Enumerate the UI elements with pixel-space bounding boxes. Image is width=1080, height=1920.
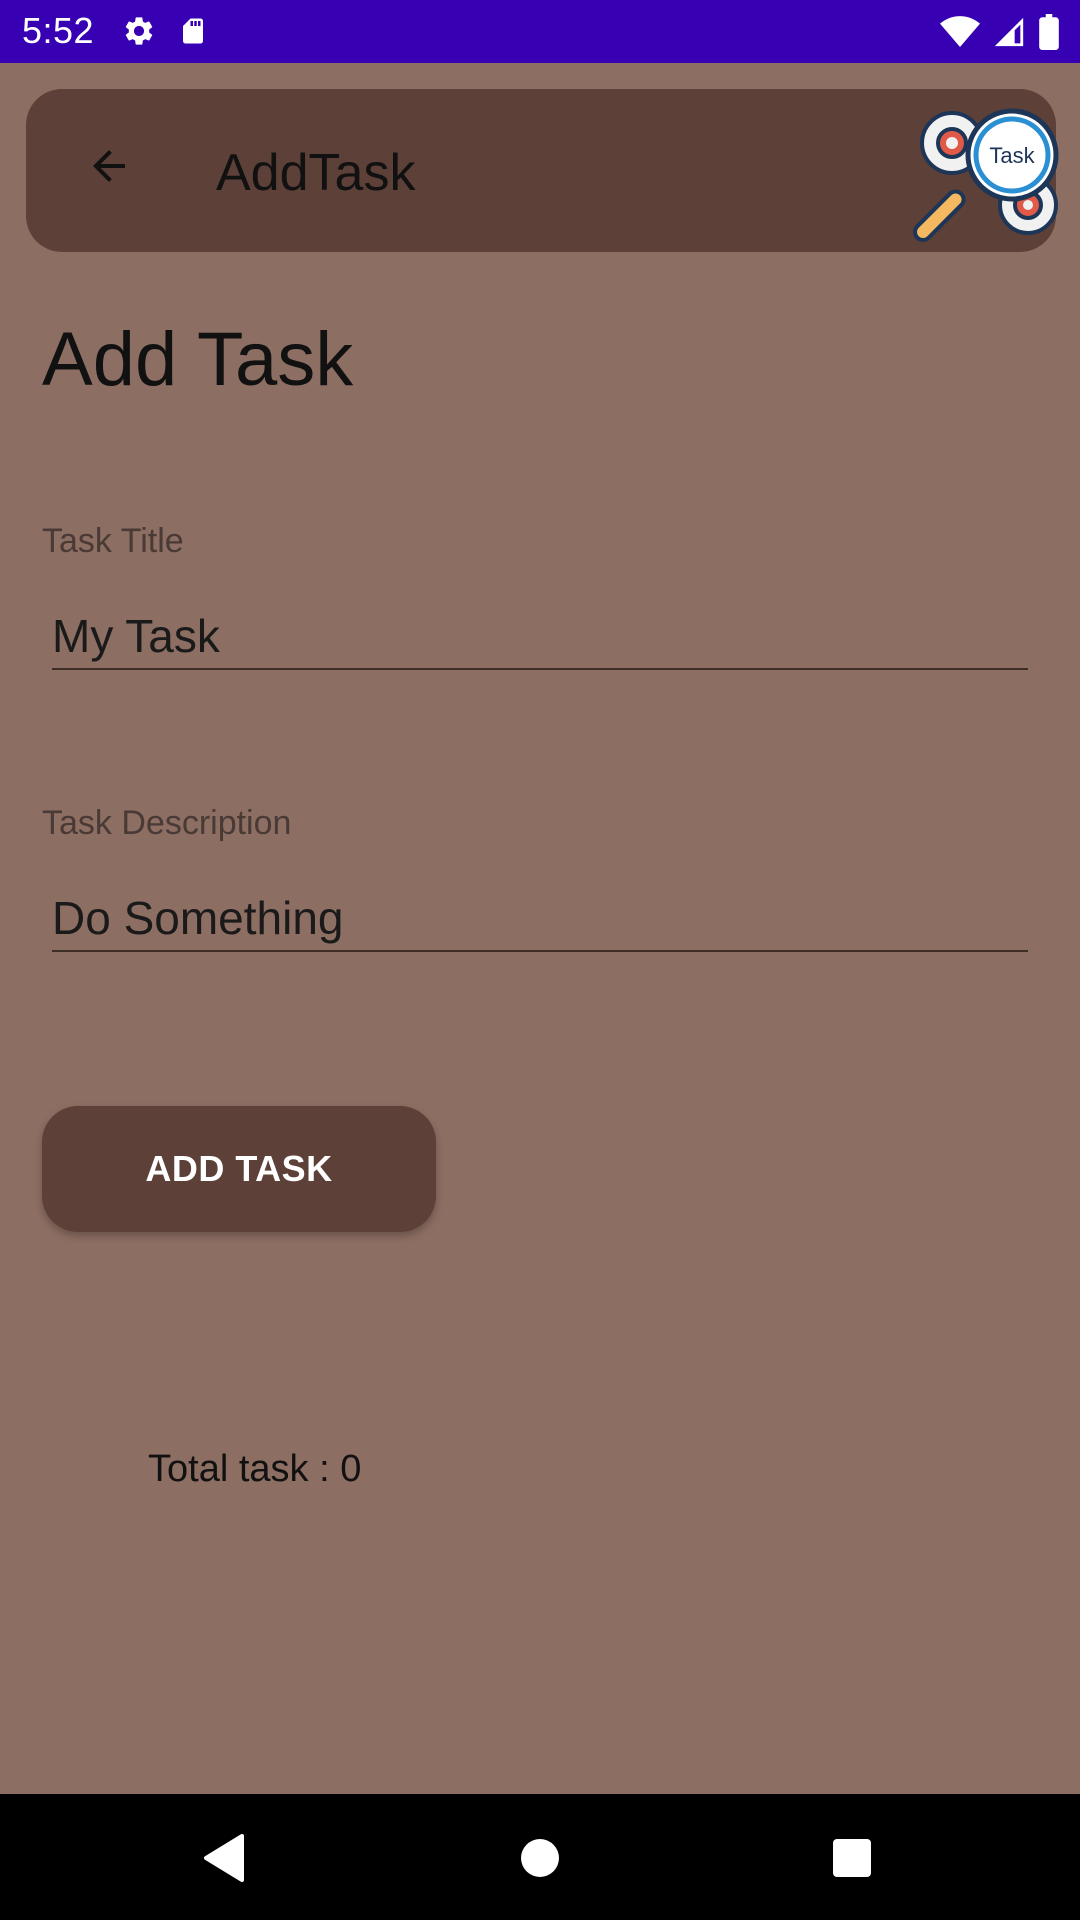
nav-home-icon (520, 1838, 560, 1883)
task-logo-icon: Task (913, 108, 1059, 242)
sd-card-icon (178, 14, 208, 53)
total-task-count: Total task : 0 (148, 1448, 362, 1490)
nav-back-button[interactable] (196, 1832, 252, 1888)
task-description-input[interactable] (52, 886, 1028, 952)
navigation-bar (0, 1794, 1080, 1920)
status-right-icons (940, 14, 1060, 55)
cell-signal-icon (992, 15, 1026, 54)
nav-recents-button[interactable] (824, 1832, 880, 1888)
back-button[interactable] (74, 133, 144, 203)
logo-text: Task (989, 143, 1035, 168)
wifi-icon (940, 15, 980, 54)
arrow-back-icon (85, 142, 133, 195)
app-title: AddTask (216, 144, 416, 202)
status-time: 5:52 (22, 10, 95, 51)
status-left-icons (122, 14, 208, 53)
task-title-label: Task Title (42, 522, 184, 560)
add-task-button[interactable]: ADD TASK (42, 1106, 436, 1232)
nav-home-button[interactable] (512, 1832, 568, 1888)
app-logo: Task (900, 95, 1070, 245)
battery-icon (1038, 14, 1060, 55)
status-bar: 5:52 (0, 0, 1080, 63)
settings-icon (122, 14, 156, 53)
nav-recents-icon (832, 1838, 872, 1883)
task-description-label: Task Description (42, 804, 292, 842)
page-heading: Add Task (42, 317, 354, 402)
task-title-input[interactable] (52, 604, 1028, 670)
nav-back-icon (202, 1833, 246, 1887)
